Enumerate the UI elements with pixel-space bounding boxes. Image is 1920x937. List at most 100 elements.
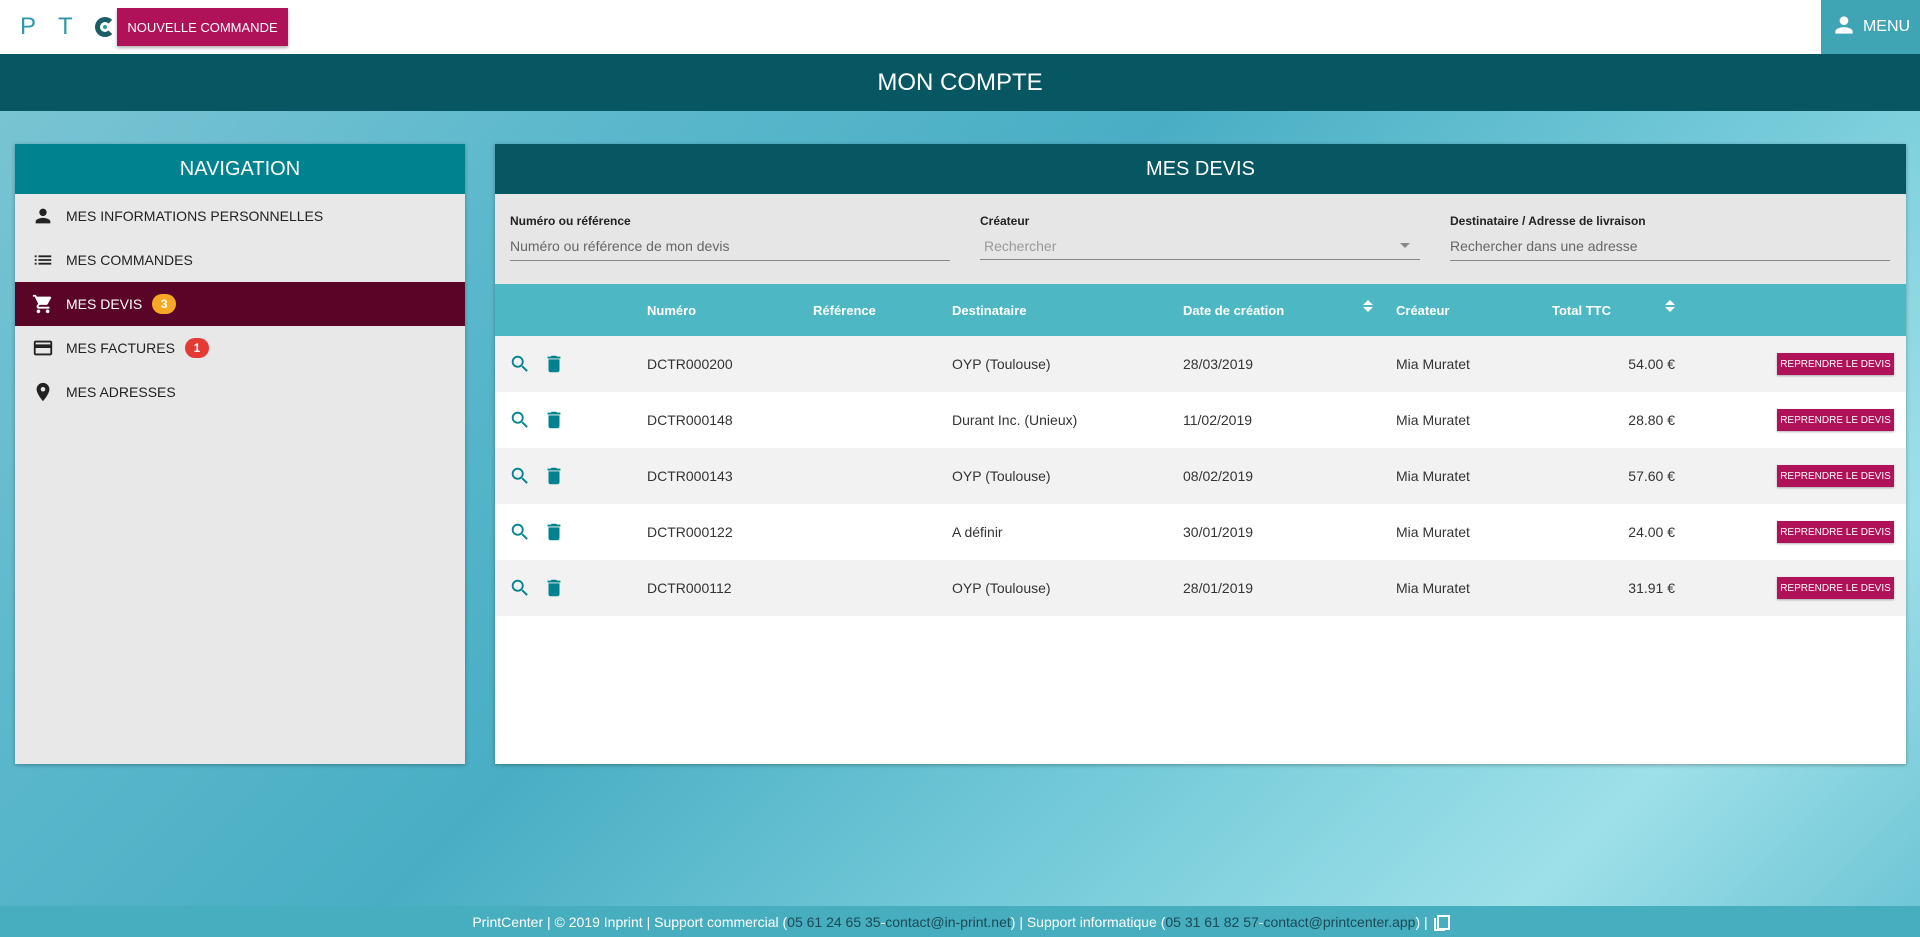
cell-createur: Mia Muratet bbox=[1396, 580, 1470, 596]
cell-total: 31.91 € bbox=[1628, 580, 1675, 596]
nav-item-personal-info[interactable]: MES INFORMATIONS PERSONNELLES bbox=[15, 194, 465, 238]
trash-icon[interactable] bbox=[543, 465, 565, 487]
cell-destinataire: OYP (Toulouse) bbox=[952, 580, 1051, 596]
footer: PrintCenter | © 2019 Inprint | Support c… bbox=[0, 906, 1920, 937]
search-icon[interactable] bbox=[509, 577, 531, 599]
cell-destinataire: OYP (Toulouse) bbox=[952, 356, 1051, 372]
quotes-count-badge: 3 bbox=[152, 294, 177, 314]
address-filter-label: Destinataire / Adresse de livraison bbox=[1450, 214, 1646, 228]
col-destinataire[interactable]: Destinataire bbox=[952, 284, 1026, 336]
quotes-panel: MES DEVIS Numéro ou référence Créateur R… bbox=[495, 144, 1906, 764]
nav-item-label: MES FACTURES bbox=[66, 340, 175, 356]
table-row: DCTR000148 Durant Inc. (Unieux) 11/02/20… bbox=[495, 392, 1906, 448]
it-phone-link[interactable]: 05 31 61 82 57 bbox=[1165, 914, 1258, 930]
nav-item-label: MES INFORMATIONS PERSONNELLES bbox=[66, 208, 324, 224]
trash-icon[interactable] bbox=[543, 577, 565, 599]
nav-item-label: MES DEVIS bbox=[66, 296, 143, 312]
number-filter: Numéro ou référence bbox=[510, 214, 950, 261]
address-search-input[interactable] bbox=[1450, 232, 1890, 261]
footer-suffix: ) | bbox=[1415, 913, 1428, 930]
resume-quote-button[interactable]: REPRENDRE LE DEVIS bbox=[1777, 409, 1894, 431]
resume-quote-button[interactable]: REPRENDRE LE DEVIS bbox=[1777, 353, 1894, 375]
cell-destinataire: Durant Inc. (Unieux) bbox=[952, 412, 1078, 428]
copy-icon[interactable] bbox=[1433, 914, 1450, 931]
resume-quote-button[interactable]: REPRENDRE LE DEVIS bbox=[1777, 521, 1894, 543]
cell-date: 08/02/2019 bbox=[1183, 468, 1254, 484]
nav-item-orders[interactable]: MES COMMANDES bbox=[15, 238, 465, 282]
commercial-email-link[interactable]: contact@in-print.net bbox=[885, 914, 1011, 930]
cell-numero: DCTR000143 bbox=[647, 468, 733, 484]
cell-createur: Mia Muratet bbox=[1396, 412, 1470, 428]
creator-select[interactable]: Rechercher bbox=[980, 232, 1420, 260]
col-reference[interactable]: Référence bbox=[813, 284, 876, 336]
creator-filter: Créateur Rechercher bbox=[980, 214, 1420, 260]
col-date[interactable]: Date de création bbox=[1183, 284, 1284, 336]
cell-date: 30/01/2019 bbox=[1183, 524, 1254, 540]
table-row: DCTR000200 OYP (Toulouse) 28/03/2019 Mia… bbox=[495, 336, 1906, 392]
page-title: MON COMPTE bbox=[877, 68, 1043, 96]
cell-total: 54.00 € bbox=[1628, 356, 1675, 372]
trash-icon[interactable] bbox=[543, 353, 565, 375]
col-total[interactable]: Total TTC bbox=[1552, 284, 1611, 336]
search-icon[interactable] bbox=[509, 409, 531, 431]
search-icon[interactable] bbox=[509, 353, 531, 375]
resume-quote-button[interactable]: REPRENDRE LE DEVIS bbox=[1777, 465, 1894, 487]
menu-button[interactable]: MENU bbox=[1821, 0, 1920, 54]
creator-select-placeholder: Rechercher bbox=[984, 237, 1057, 254]
cell-total: 28.80 € bbox=[1628, 412, 1675, 428]
address-filter: Destinataire / Adresse de livraison bbox=[1450, 214, 1890, 261]
search-icon[interactable] bbox=[509, 465, 531, 487]
cell-numero: DCTR000112 bbox=[647, 580, 732, 596]
table-row: DCTR000112 OYP (Toulouse) 28/01/2019 Mia… bbox=[495, 560, 1906, 616]
cell-destinataire: OYP (Toulouse) bbox=[952, 468, 1051, 484]
nav-item-invoices[interactable]: MES FACTURES 1 bbox=[15, 326, 465, 370]
nav-item-label: MES ADRESSES bbox=[66, 384, 176, 400]
filters-bar: Numéro ou référence Créateur Rechercher … bbox=[495, 194, 1906, 284]
cell-createur: Mia Muratet bbox=[1396, 468, 1470, 484]
credit-card-icon bbox=[31, 336, 55, 360]
table-row: DCTR000122 A définir 30/01/2019 Mia Mura… bbox=[495, 504, 1906, 560]
cell-createur: Mia Muratet bbox=[1396, 524, 1470, 540]
nav-item-quotes[interactable]: MES DEVIS 3 bbox=[15, 282, 465, 326]
sort-icon[interactable] bbox=[1363, 300, 1373, 314]
number-search-input[interactable] bbox=[510, 232, 950, 261]
top-bar: P T NOUVELLE COMMANDE MENU bbox=[0, 0, 1920, 54]
logo[interactable]: P T bbox=[20, 12, 115, 42]
it-email-link[interactable]: contact@printcenter.app bbox=[1263, 914, 1415, 930]
col-numero[interactable]: Numéro bbox=[647, 284, 696, 336]
person-icon bbox=[31, 204, 55, 228]
cell-date: 28/03/2019 bbox=[1183, 356, 1254, 372]
logo-c-icon bbox=[94, 17, 115, 37]
location-pin-icon bbox=[31, 380, 55, 404]
invoices-count-badge: 1 bbox=[184, 338, 209, 358]
table-header: Numéro Référence Destinataire Date de cr… bbox=[495, 284, 1906, 336]
resume-quote-button[interactable]: REPRENDRE LE DEVIS bbox=[1777, 577, 1894, 599]
col-createur[interactable]: Créateur bbox=[1396, 284, 1449, 336]
cell-date: 11/02/2019 bbox=[1183, 412, 1253, 428]
nav-item-addresses[interactable]: MES ADRESSES bbox=[15, 370, 465, 414]
sort-icon[interactable] bbox=[1665, 300, 1675, 314]
cell-date: 28/01/2019 bbox=[1183, 580, 1254, 596]
navigation-title: NAVIGATION bbox=[179, 157, 301, 180]
logo-letter-p: P bbox=[20, 13, 37, 40]
menu-label: MENU bbox=[1862, 18, 1911, 35]
cart-icon bbox=[31, 292, 55, 316]
quotes-table-body: DCTR000200 OYP (Toulouse) 28/03/2019 Mia… bbox=[495, 336, 1906, 616]
new-order-button[interactable]: NOUVELLE COMMANDE bbox=[117, 8, 288, 46]
trash-icon[interactable] bbox=[543, 521, 565, 543]
cell-numero: DCTR000200 bbox=[647, 356, 733, 372]
search-icon[interactable] bbox=[509, 521, 531, 543]
page-title-band: MON COMPTE bbox=[0, 54, 1920, 111]
commercial-phone-link[interactable]: 05 61 24 65 35 bbox=[787, 914, 880, 930]
cell-total: 57.60 € bbox=[1628, 468, 1675, 484]
navigation-panel: NAVIGATION MES INFORMATIONS PERSONNELLES… bbox=[15, 144, 465, 764]
quotes-title: MES DEVIS bbox=[1146, 157, 1255, 180]
cell-total: 24.00 € bbox=[1628, 524, 1675, 540]
cell-destinataire: A définir bbox=[952, 524, 1003, 540]
chevron-down-icon bbox=[1400, 243, 1410, 248]
footer-prefix: PrintCenter | © 2019 Inprint | Support c… bbox=[472, 913, 788, 930]
trash-icon[interactable] bbox=[543, 409, 565, 431]
logo-letter-t: T bbox=[58, 13, 73, 40]
user-icon bbox=[1831, 12, 1857, 43]
list-icon bbox=[31, 248, 55, 272]
